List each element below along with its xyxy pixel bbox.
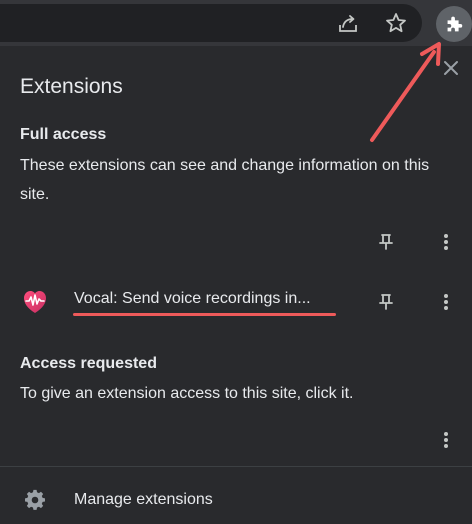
access-requested-description: To give an extension access to this site… <box>20 385 354 402</box>
pin-icon[interactable] <box>374 230 398 254</box>
gear-icon <box>24 489 46 511</box>
panel-title: Extensions <box>20 75 123 98</box>
full-access-heading: Full access <box>20 126 107 143</box>
pin-icon[interactable] <box>374 290 398 314</box>
more-options-icon[interactable] <box>434 230 458 254</box>
extension-row[interactable]: Vocal: Send voice recordings in... <box>0 282 472 322</box>
manage-extensions-label: Manage extensions <box>74 491 213 508</box>
close-icon[interactable] <box>440 57 462 79</box>
more-options-icon[interactable] <box>434 290 458 314</box>
vocal-logo-icon <box>22 289 48 315</box>
manage-extensions-button[interactable]: Manage extensions <box>0 476 472 524</box>
extension-name: Vocal: Send voice recordings in... <box>74 290 311 307</box>
more-options-icon[interactable] <box>434 428 458 452</box>
annotation-arrow <box>370 42 441 142</box>
full-access-description: These extensions can see and change info… <box>20 157 430 203</box>
share-icon[interactable] <box>334 9 362 37</box>
divider <box>0 466 472 467</box>
annotation-underline <box>73 313 336 316</box>
access-requested-heading: Access requested <box>20 355 157 372</box>
